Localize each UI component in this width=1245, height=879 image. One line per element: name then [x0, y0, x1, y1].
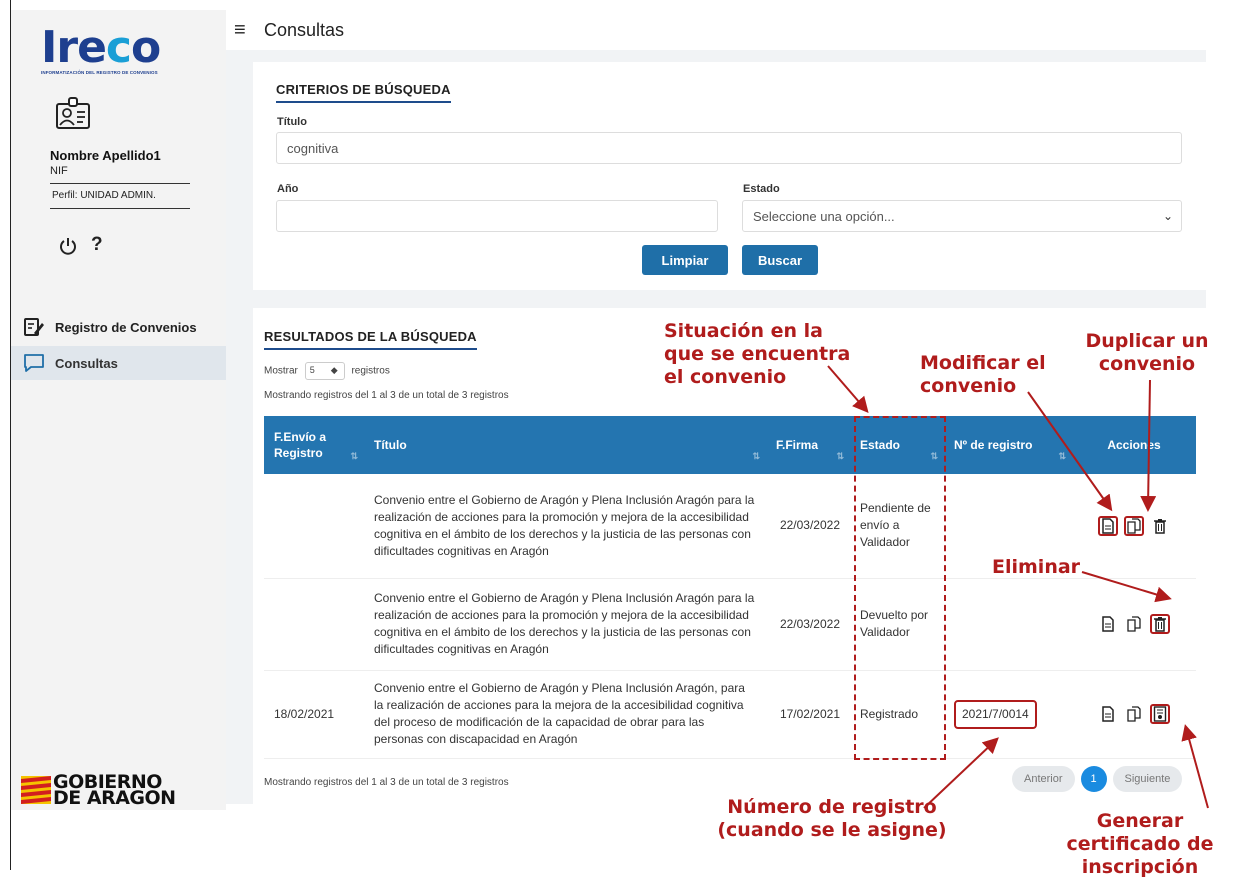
sidebar-item-consultas[interactable]: Consultas: [11, 346, 226, 380]
titulo-input[interactable]: cognitiva: [276, 132, 1182, 164]
anio-input[interactable]: [276, 200, 718, 232]
edit-document-icon[interactable]: [1098, 614, 1118, 634]
results-table: F.Envío a Registro ⇅ Título ⇅ F.Firma ⇅ Est…: [264, 416, 1196, 759]
edit-document-icon[interactable]: [1098, 515, 1118, 536]
registro-number: 2021/7/0014: [954, 699, 1037, 729]
page-1-button[interactable]: 1: [1080, 766, 1107, 792]
annotation-certificado: Generar certificado de inscripción: [1066, 810, 1214, 878]
annotation-modificar: Modificar el convenio: [920, 352, 1046, 397]
user-profile: Perfil: UNIDAD ADMIN.: [50, 183, 190, 209]
page-title: Consultas: [264, 19, 345, 40]
estado-label: Estado: [743, 183, 780, 195]
results-info-top: Mostrando registros del 1 al 3 de un tot…: [264, 390, 509, 401]
sidebar-item-registro[interactable]: Registro de Convenios: [11, 310, 226, 344]
trash-icon[interactable]: [1150, 516, 1170, 536]
table-row: 18/02/2021 Convenio entre el Gobierno de…: [264, 670, 1196, 759]
col-firma[interactable]: F.Firma ⇅: [766, 416, 850, 474]
criteria-title: CRITERIOS DE BÚSQUEDA: [276, 82, 451, 103]
duplicate-icon[interactable]: [1124, 515, 1144, 536]
next-page-button[interactable]: Siguiente: [1112, 766, 1183, 792]
col-envio[interactable]: F.Envío a Registro ⇅: [264, 416, 364, 474]
annotation-eliminar: Eliminar: [992, 556, 1081, 578]
user-name: Nombre Apellido1: [50, 148, 161, 163]
page-length-control: Mostrar 5 ◆ registros: [264, 362, 390, 380]
user-badge-icon: [56, 97, 90, 129]
chat-icon: [24, 354, 44, 372]
user-nif: NIF: [50, 165, 68, 177]
results-info-bottom: Mostrando registros del 1 al 3 de un tot…: [264, 777, 509, 788]
top-bar: ≡ Consultas: [226, 10, 1206, 50]
help-icon[interactable]: ?: [91, 234, 103, 256]
sidebar: Ireco INFORMATIZACIÓN DEL REGISTRO DE CO…: [11, 10, 226, 810]
edit-document-icon: [24, 318, 44, 336]
pagination: Anterior 1 Siguiente: [1012, 766, 1183, 792]
results-title: RESULTADOS DE LA BÚSQUEDA: [264, 329, 477, 350]
trash-icon[interactable]: [1150, 614, 1170, 634]
limpiar-button[interactable]: Limpiar: [642, 245, 728, 275]
power-icon[interactable]: [59, 236, 77, 256]
estado-select[interactable]: Seleccione una opción... ⌄: [742, 200, 1182, 232]
page-length-select[interactable]: 5 ◆: [304, 362, 345, 380]
screenshot-frame: Ireco INFORMATIZACIÓN DEL REGISTRO DE CO…: [0, 0, 1245, 878]
anio-label: Año: [277, 183, 299, 195]
annotation-numero: Número de registro (cuando se le asigne): [717, 796, 947, 841]
col-registro[interactable]: Nº de registro ⇅: [944, 416, 1072, 474]
annotation-situacion: Situación en la que se encuentra el conv…: [664, 320, 851, 388]
certificate-icon[interactable]: [1150, 704, 1170, 724]
user-actions: ?: [59, 234, 103, 256]
aragon-flag-icon: [21, 776, 51, 804]
annotation-duplicar: Duplicar un convenio: [1085, 330, 1209, 375]
titulo-label: Título: [277, 116, 307, 128]
duplicate-icon[interactable]: [1124, 704, 1144, 724]
chevron-down-icon: ⌄: [1162, 209, 1173, 223]
menu-icon[interactable]: ≡: [234, 19, 258, 42]
col-titulo[interactable]: Título ⇅: [364, 416, 766, 474]
duplicate-icon[interactable]: [1124, 614, 1144, 634]
col-acciones: Acciones: [1072, 416, 1196, 474]
estado-highlight: [854, 416, 946, 760]
sidebar-item-label: Consultas: [55, 355, 118, 371]
edit-document-icon[interactable]: [1098, 704, 1118, 724]
ireco-logo: Ireco INFORMATIZACIÓN DEL REGISTRO DE CO…: [41, 22, 161, 76]
buscar-button[interactable]: Buscar: [742, 245, 818, 275]
table-row: Convenio entre el Gobierno de Aragón y P…: [264, 578, 1196, 671]
sidebar-item-label: Registro de Convenios: [55, 319, 197, 335]
prev-page-button[interactable]: Anterior: [1012, 766, 1075, 792]
gobierno-aragon-logo: GOBIERNO DE ARAGON: [21, 773, 176, 808]
